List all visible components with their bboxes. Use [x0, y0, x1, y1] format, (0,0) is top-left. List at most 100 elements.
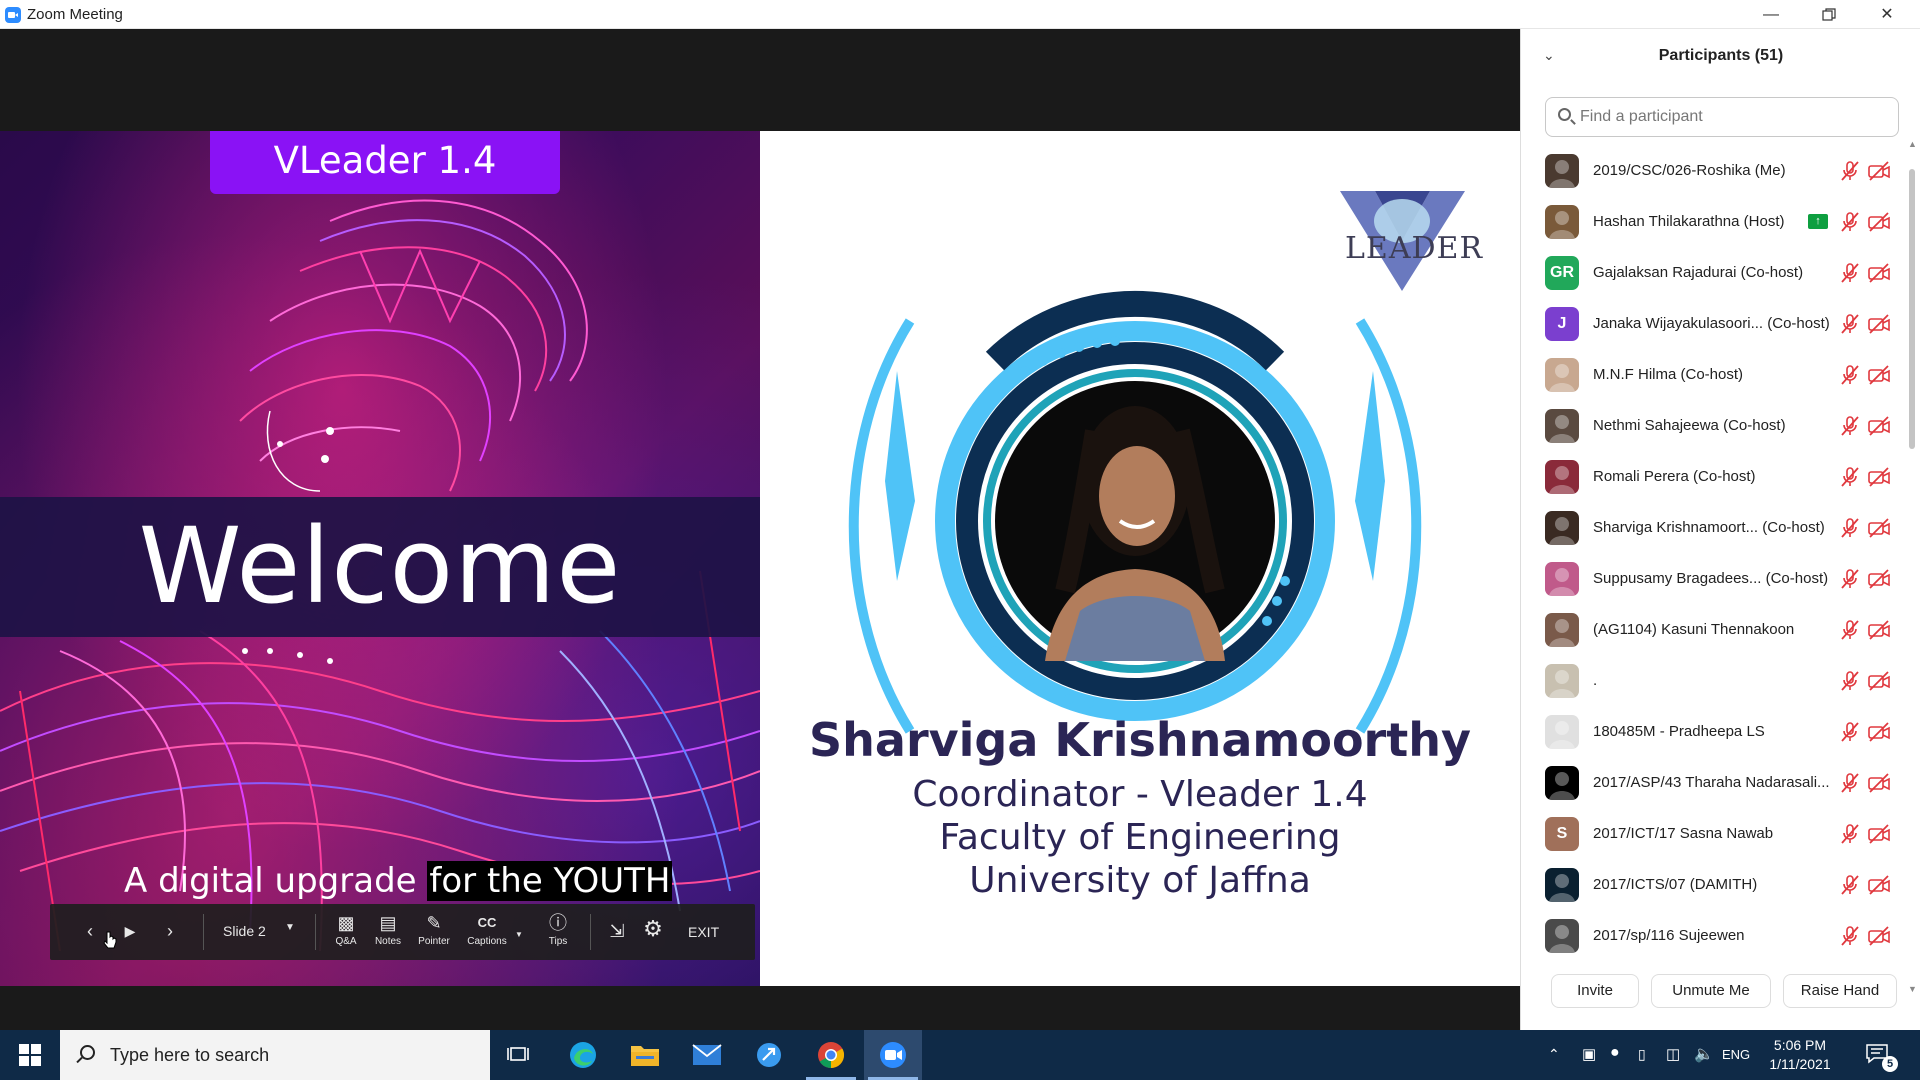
video-off-icon[interactable] [1867, 925, 1891, 947]
pointer-button[interactable]: ✎ Pointer [412, 904, 456, 960]
slide-selector[interactable]: Slide 2 ▼ [215, 904, 305, 960]
muted-mic-icon[interactable] [1839, 925, 1861, 947]
avatar [1545, 766, 1579, 800]
muted-mic-icon[interactable] [1839, 160, 1861, 182]
notification-center-button[interactable]: 5 [1862, 1030, 1902, 1080]
video-off-icon[interactable] [1867, 721, 1891, 743]
battery-icon[interactable]: ▯ [1638, 1046, 1646, 1063]
network-icon[interactable]: ◫ [1666, 1045, 1680, 1063]
raise-hand-button[interactable]: Raise Hand [1783, 974, 1897, 1008]
scrollbar-thumb[interactable] [1909, 169, 1915, 449]
muted-mic-icon[interactable] [1839, 670, 1861, 692]
blue-app[interactable] [740, 1030, 798, 1080]
video-off-icon[interactable] [1867, 772, 1891, 794]
muted-mic-icon[interactable] [1839, 568, 1861, 590]
video-off-icon[interactable] [1867, 568, 1891, 590]
participant-row[interactable]: Hashan Thilakarathna (Host) ↑ [1521, 197, 1901, 248]
usb-icon[interactable]: ▣ [1582, 1045, 1596, 1063]
scroll-up-icon[interactable]: ▲ [1908, 139, 1917, 149]
muted-mic-icon[interactable] [1839, 517, 1861, 539]
mail-app[interactable] [678, 1030, 736, 1080]
muted-mic-icon[interactable] [1839, 619, 1861, 641]
prev-slide-button[interactable]: ‹ [78, 904, 102, 960]
video-off-icon[interactable] [1867, 823, 1891, 845]
video-off-icon[interactable] [1867, 160, 1891, 182]
taskbar-search[interactable]: Type here to search [60, 1030, 490, 1080]
muted-mic-icon[interactable] [1839, 364, 1861, 386]
qa-button[interactable]: ▩ Q&A [328, 904, 364, 960]
edge-app[interactable] [554, 1030, 612, 1080]
unmute-me-button[interactable]: Unmute Me [1651, 974, 1771, 1008]
captions-button[interactable]: CC Captions [462, 904, 512, 960]
participant-row[interactable]: (AG1104) Kasuni Thennakoon [1521, 605, 1901, 656]
video-off-icon[interactable] [1867, 211, 1891, 233]
video-off-icon[interactable] [1867, 670, 1891, 692]
participant-row[interactable]: . [1521, 656, 1901, 707]
participant-row[interactable]: J Janaka Wijayakulasoori... (Co-host) [1521, 299, 1901, 350]
captions-dropdown[interactable]: ▼ [512, 904, 526, 960]
muted-mic-icon[interactable] [1839, 772, 1861, 794]
participant-row[interactable]: Suppusamy Bragadees... (Co-host) [1521, 554, 1901, 605]
participant-row[interactable]: 2017/ASP/43 Tharaha Nadarasali... [1521, 758, 1901, 809]
video-off-icon[interactable] [1867, 619, 1891, 641]
language-indicator[interactable]: ENG [1722, 1047, 1750, 1062]
video-off-icon[interactable] [1867, 262, 1891, 284]
participant-row[interactable]: 2017/ICTS/07 (DAMITH) [1521, 860, 1901, 911]
participant-row[interactable]: M.N.F Hilma (Co-host) [1521, 350, 1901, 401]
restore-button[interactable] [1800, 0, 1858, 29]
invite-button[interactable]: Invite [1551, 974, 1639, 1008]
person-name: Sharviga Krishnamoorthy [809, 713, 1471, 767]
exit-fullscreen-button[interactable]: ⇲ [602, 904, 632, 960]
start-button[interactable] [0, 1030, 60, 1080]
welcome-heading: Welcome [138, 505, 622, 627]
participant-row[interactable]: Sharviga Krishnamoort... (Co-host) [1521, 503, 1901, 554]
muted-mic-icon[interactable] [1839, 211, 1861, 233]
video-off-icon[interactable] [1867, 364, 1891, 386]
muted-mic-icon[interactable] [1839, 874, 1861, 896]
exit-button[interactable]: EXIT [680, 904, 730, 960]
minimize-button[interactable]: — [1742, 0, 1800, 29]
volume-icon[interactable]: 🔈 [1694, 1044, 1714, 1064]
close-button[interactable]: ✕ [1858, 0, 1916, 29]
microphone-icon[interactable]: ● [1610, 1044, 1620, 1062]
muted-mic-icon[interactable] [1839, 313, 1861, 335]
participant-scrollbar[interactable]: ▲ ▼ [1908, 139, 1917, 994]
participant-row[interactable]: S 2017/ICT/17 Sasna Nawab [1521, 809, 1901, 860]
mouse-cursor-icon [103, 931, 117, 949]
video-off-icon[interactable] [1867, 466, 1891, 488]
video-off-icon[interactable] [1867, 874, 1891, 896]
muted-mic-icon[interactable] [1839, 823, 1861, 845]
task-view-button[interactable] [490, 1030, 548, 1080]
muted-mic-icon[interactable] [1839, 466, 1861, 488]
video-off-icon[interactable] [1867, 415, 1891, 437]
participant-row[interactable]: 2017/sp/116 Sujeewen [1521, 911, 1901, 962]
participant-search[interactable] [1545, 97, 1899, 137]
next-slide-button[interactable]: › [158, 904, 182, 960]
participant-name: . [1593, 672, 1598, 689]
zoom-app[interactable] [864, 1030, 922, 1080]
scroll-down-icon[interactable]: ▼ [1908, 984, 1917, 994]
mail-icon [692, 1044, 722, 1065]
muted-mic-icon[interactable] [1839, 262, 1861, 284]
play-button[interactable]: ▶ [118, 904, 142, 960]
settings-button[interactable]: ⚙ [638, 904, 668, 960]
participant-row[interactable]: GR Gajalaksan Rajadurai (Co-host) [1521, 248, 1901, 299]
muted-mic-icon[interactable] [1839, 721, 1861, 743]
participant-row[interactable]: Nethmi Sahajeewa (Co-host) [1521, 401, 1901, 452]
muted-mic-icon[interactable] [1839, 415, 1861, 437]
separator [315, 914, 316, 950]
video-off-icon[interactable] [1867, 313, 1891, 335]
chrome-app[interactable] [802, 1030, 860, 1080]
participant-row[interactable]: Romali Perera (Co-host) [1521, 452, 1901, 503]
notes-button[interactable]: ▤ Notes [370, 904, 406, 960]
participant-search-input[interactable] [1580, 106, 1880, 128]
video-off-icon[interactable] [1867, 517, 1891, 539]
taskbar-search-placeholder: Type here to search [110, 1045, 270, 1065]
chevron-up-icon[interactable]: ⌃ [1548, 1046, 1560, 1063]
participant-name: 2017/ICT/17 Sasna Nawab [1593, 825, 1774, 842]
taskbar-clock[interactable]: 5:06 PM 1/11/2021 [1760, 1036, 1840, 1074]
file-explorer-app[interactable] [616, 1030, 674, 1080]
participant-row[interactable]: 180485M - Pradheepa LS [1521, 707, 1901, 758]
participant-row[interactable]: 2019/CSC/026-Roshika (Me) [1521, 146, 1901, 197]
tips-button[interactable]: ⓘ Tips [538, 904, 578, 960]
